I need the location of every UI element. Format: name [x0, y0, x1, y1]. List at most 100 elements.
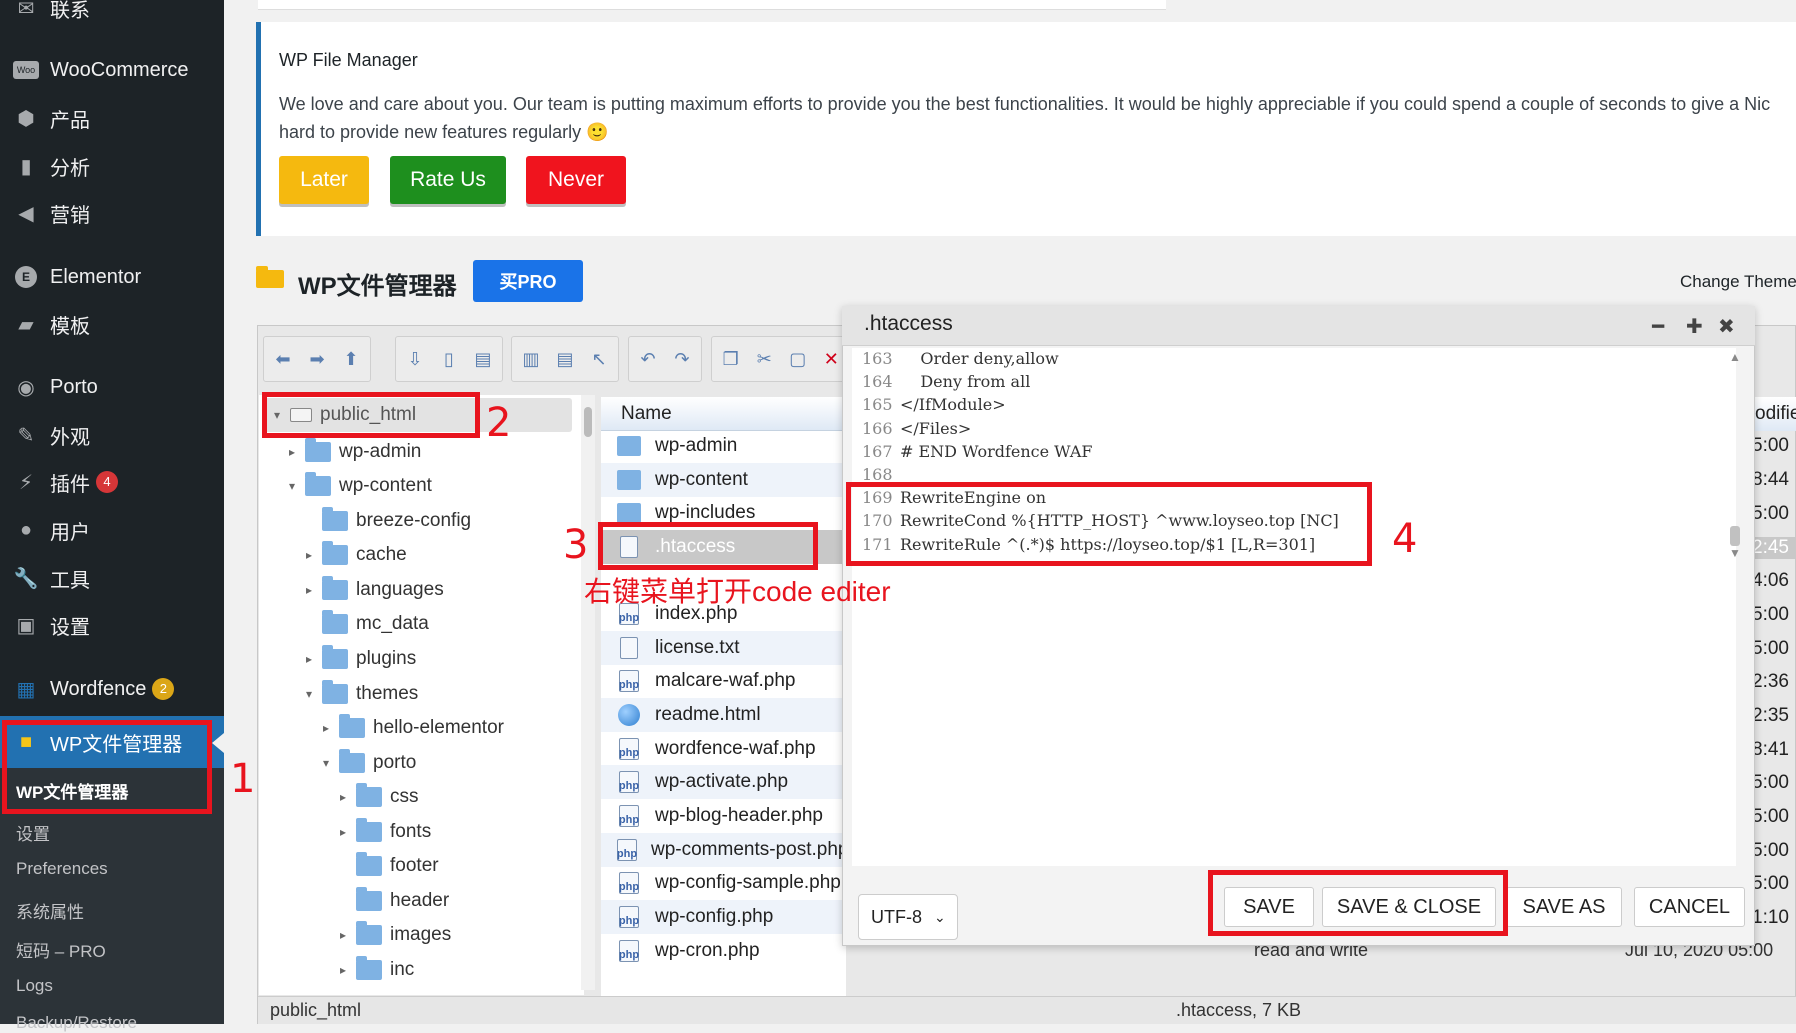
forward-icon[interactable]: ➡: [302, 342, 332, 376]
open-icon[interactable]: ▥: [516, 342, 546, 376]
save-icon[interactable]: ▤: [468, 342, 498, 376]
tree-node[interactable]: ▾ wp-content: [285, 471, 432, 501]
file-row[interactable]: wp-admin: [601, 429, 846, 463]
sidebar-item-templates[interactable]: ▰ 模板: [0, 302, 224, 346]
tree-node[interactable]: header: [336, 886, 449, 916]
sidebar-item-wordfence[interactable]: ▦ Wordfence 2: [0, 667, 224, 711]
column-header-name[interactable]: Name: [601, 397, 846, 431]
column-header-modified[interactable]: odifie: [1755, 397, 1796, 431]
tree-node[interactable]: ▾ themes: [302, 679, 418, 709]
tree-arrow-icon[interactable]: ▸: [302, 652, 316, 666]
file-row[interactable]: wp-content: [601, 463, 846, 497]
cancel-button[interactable]: CANCEL: [1634, 887, 1745, 927]
buy-pro-button[interactable]: 买PRO: [473, 260, 583, 302]
encoding-select[interactable]: UTF-8 ⌄: [858, 894, 958, 940]
change-theme-label[interactable]: Change Theme: [1680, 272, 1796, 292]
copy-icon[interactable]: ❐: [716, 342, 746, 376]
tree-node[interactable]: ▸ languages: [302, 575, 444, 605]
file-row[interactable]: php wp-config-sample.php: [601, 866, 846, 900]
tree-node[interactable]: footer: [336, 851, 439, 881]
tree-arrow-icon[interactable]: ▸: [336, 825, 350, 839]
file-row[interactable]: php wp-activate.php: [601, 765, 846, 799]
maximize-icon[interactable]: ✚: [1686, 314, 1703, 339]
new-file-icon[interactable]: ▯: [434, 342, 464, 376]
scroll-up-icon[interactable]: ▲: [1729, 350, 1741, 364]
code-scrollbar[interactable]: ▲ ▼: [1728, 350, 1742, 560]
tree-node[interactable]: ▸ wp-admin: [285, 437, 421, 467]
save-as-button[interactable]: SAVE AS: [1506, 887, 1622, 927]
history-group: ↶ ↷: [628, 336, 702, 382]
submenu-shortcode-pro[interactable]: 短码 – PRO: [16, 937, 106, 962]
tree-node[interactable]: ▸ cache: [302, 540, 407, 570]
tree-node[interactable]: ▸ fonts: [336, 817, 431, 847]
sidebar-item-porto[interactable]: ◉ Porto: [0, 365, 224, 409]
sidebar-item-plugins[interactable]: ⚡ 插件 4: [0, 460, 224, 504]
sidebar-item-elementor[interactable]: E Elementor: [0, 255, 224, 299]
submenu-logs[interactable]: Logs: [16, 976, 53, 996]
disk-icon[interactable]: ▤: [550, 342, 580, 376]
close-icon[interactable]: ✖: [1718, 314, 1735, 339]
file-row[interactable]: license.txt: [601, 631, 846, 665]
tree-scroll-thumb[interactable]: [584, 407, 592, 437]
tree-arrow-icon[interactable]: ▾: [302, 687, 316, 701]
tree-arrow-icon[interactable]: ▸: [302, 548, 316, 562]
sidebar-item-analytics[interactable]: ▮ 分析: [0, 144, 224, 188]
tree-arrow-icon[interactable]: ▾: [319, 756, 333, 770]
minimize-icon[interactable]: ━: [1652, 314, 1664, 339]
sidebar-item-products[interactable]: ⬢ 产品: [0, 96, 224, 140]
file-row[interactable]: php wp-blog-header.php: [601, 799, 846, 833]
sidebar-item-settings[interactable]: ▣ 设置: [0, 603, 224, 647]
scroll-down-icon[interactable]: ▼: [1729, 546, 1741, 560]
file-name: wp-activate.php: [655, 771, 789, 792]
editor-titlebar[interactable]: .htaccess ━ ✚ ✖: [842, 306, 1755, 346]
redo-icon[interactable]: ↷: [667, 342, 697, 376]
never-button[interactable]: Never: [526, 156, 626, 204]
submenu-backup-restore[interactable]: Backup/Restore: [16, 1013, 137, 1033]
file-row[interactable]: php wordfence-waf.php: [601, 732, 846, 766]
tree-scrollbar[interactable]: [581, 395, 595, 990]
status-path: public_html: [270, 1000, 362, 1020]
file-row[interactable]: php malcare-waf.php: [601, 664, 846, 698]
tree-arrow-icon[interactable]: ▸: [302, 583, 316, 597]
paste-icon[interactable]: ▢: [783, 342, 813, 376]
submenu-settings[interactable]: 设置: [16, 820, 50, 845]
select-icon[interactable]: ↖: [584, 342, 614, 376]
tree-arrow-icon[interactable]: ▸: [336, 928, 350, 942]
tree-node[interactable]: ▸ plugins: [302, 644, 416, 674]
sidebar-item-contact[interactable]: ✉ 联系: [0, 0, 224, 30]
submenu-preferences[interactable]: Preferences: [16, 859, 108, 879]
tree-arrow-icon[interactable]: ▸: [336, 790, 350, 804]
submenu-system-properties[interactable]: 系统属性: [16, 898, 84, 923]
tree-node[interactable]: ▸ hello-elementor: [319, 713, 504, 743]
sidebar-item-marketing[interactable]: ◀ 营销: [0, 191, 224, 235]
back-icon[interactable]: ⬅: [268, 342, 298, 376]
file-row[interactable]: php wp-cron.php: [601, 934, 846, 968]
rate-us-button[interactable]: Rate Us: [390, 156, 506, 204]
tree-node[interactable]: breeze-config: [302, 506, 471, 536]
file-row[interactable]: php wp-comments-post.php: [601, 833, 846, 867]
sidebar-item-tools[interactable]: 🔧 工具: [0, 556, 224, 600]
up-icon[interactable]: ⬆: [336, 342, 366, 376]
tree-node[interactable]: ▸ images: [336, 920, 451, 950]
tree-arrow-icon[interactable]: ▾: [285, 479, 299, 493]
sidebar-item-woocommerce[interactable]: Woo WooCommerce: [0, 48, 224, 92]
tree-node[interactable]: ▾ porto: [319, 748, 416, 778]
undo-icon[interactable]: ↶: [633, 342, 663, 376]
tree-arrow-icon[interactable]: ▸: [285, 445, 299, 459]
cut-icon[interactable]: ✂: [750, 342, 780, 376]
tree-arrow-icon[interactable]: ▸: [336, 963, 350, 977]
tree-node[interactable]: ▸ css: [336, 782, 419, 812]
sidebar-item-users[interactable]: ● 用户: [0, 508, 224, 552]
code-scroll-thumb[interactable]: [1730, 526, 1740, 546]
tree-node-label: wp-admin: [339, 441, 422, 462]
notice-title: WP File Manager: [279, 50, 418, 70]
tree-node[interactable]: mc_data: [302, 609, 429, 639]
sidebar-item-appearance[interactable]: ✎ 外观: [0, 413, 224, 457]
code-textarea[interactable]: [852, 348, 1736, 866]
download-icon[interactable]: ⇩: [400, 342, 430, 376]
later-button[interactable]: Later: [279, 156, 369, 204]
tree-arrow-icon[interactable]: ▸: [319, 721, 333, 735]
file-row[interactable]: readme.html: [601, 698, 846, 732]
tree-node[interactable]: ▸ inc: [336, 955, 414, 985]
file-row[interactable]: php wp-config.php: [601, 900, 846, 934]
